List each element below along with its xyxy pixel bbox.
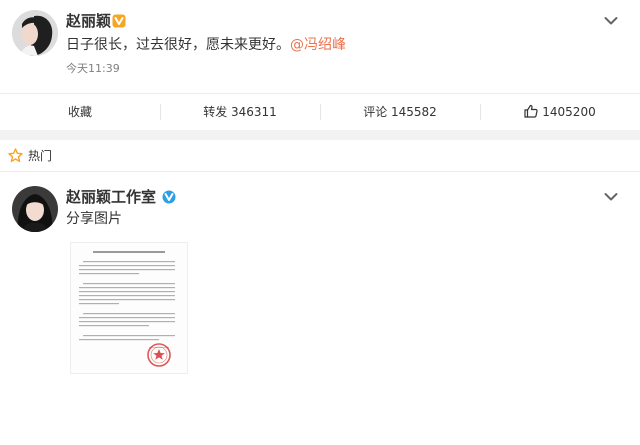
like-count: 1405200 [542,105,596,119]
avatar-image [12,10,58,56]
favorite-button[interactable]: 收藏 [0,94,160,130]
post-text: 分享图片 [66,211,122,227]
document-image [71,243,187,373]
post-card: 赵丽颖 日子很长，过去很好，愿未来更好。@冯绍峰 今天11:39 收藏 转发 3… [0,0,640,130]
username[interactable]: 赵丽颖工作室 [66,188,156,206]
star-icon [8,148,23,163]
verified-badge-icon [162,190,176,204]
post-card-studio: 赵丽颖工作室 分享图片 [0,172,640,445]
hot-label: 热门 [28,149,53,163]
thumbs-up-icon [524,104,538,118]
avatar[interactable] [12,186,58,232]
hot-section-header: 热门 [0,140,640,172]
action-bar: 收藏 转发 346311 评论 145582 1405200 [0,93,640,130]
verified-badge-icon [112,14,126,28]
avatar[interactable] [12,10,58,56]
shared-image[interactable] [70,242,188,374]
chevron-down-icon[interactable] [604,16,618,26]
avatar-image [12,186,58,232]
weibo-feed: 赵丽颖 日子很长，过去很好，愿未来更好。@冯绍峰 今天11:39 收藏 转发 3… [0,0,640,445]
like-button[interactable]: 1405200 [480,94,640,130]
post-text: 日子很长，过去很好，愿未来更好。@冯绍峰 [66,36,346,54]
username[interactable]: 赵丽颖 [66,12,111,30]
post-body: 日子很长，过去很好，愿未来更好。 [66,37,290,53]
repost-button[interactable]: 转发 346311 [160,94,320,130]
timestamp[interactable]: 今天11:39 [66,62,120,76]
mention-link[interactable]: @冯绍峰 [290,37,346,53]
chevron-down-icon[interactable] [604,192,618,202]
comment-button[interactable]: 评论 145582 [320,94,480,130]
